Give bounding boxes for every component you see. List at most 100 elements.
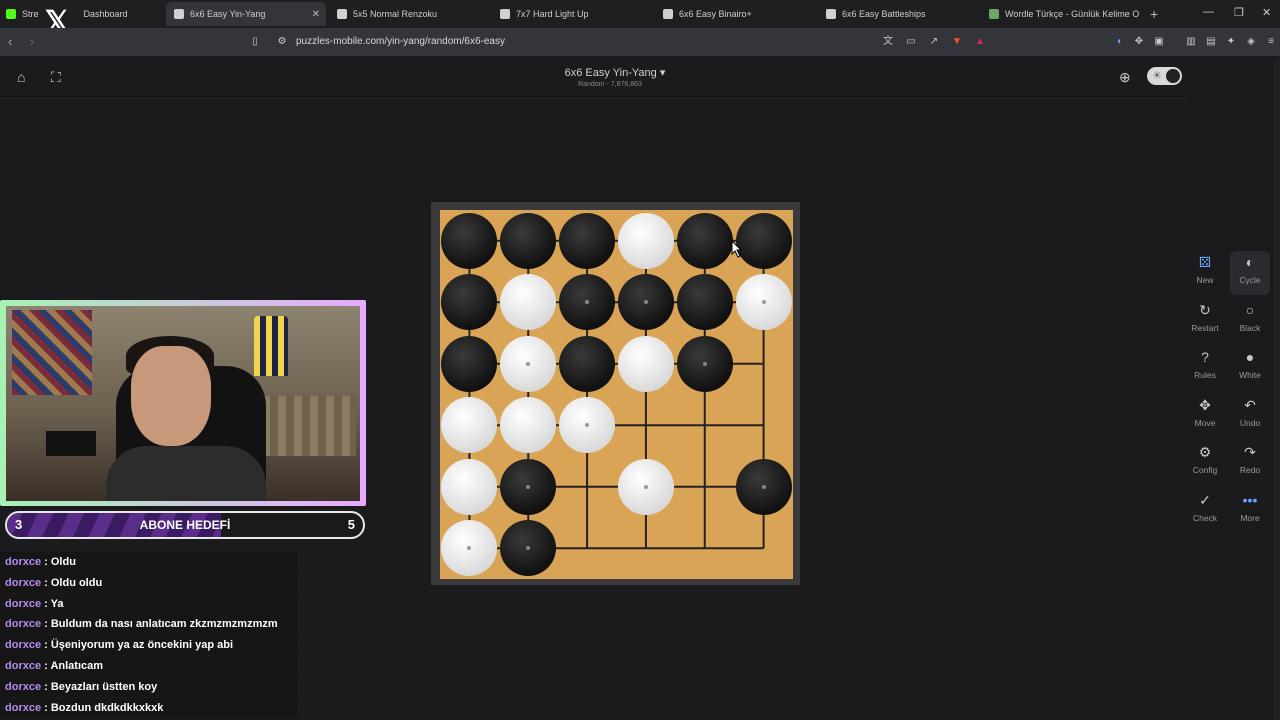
black-stone[interactable] bbox=[676, 335, 733, 392]
empty-cell[interactable] bbox=[675, 518, 734, 580]
restart-icon: ↻ bbox=[1199, 301, 1211, 318]
sidebar-button-label: Redo bbox=[1239, 465, 1261, 475]
extensions-icon[interactable]: ✥ bbox=[1133, 36, 1145, 48]
share-icon[interactable]: ↗ bbox=[928, 36, 940, 48]
tab-wordle[interactable]: Wordle Türkçe - Günlük Kelime Oyu bbox=[989, 2, 1139, 26]
tab-light-up[interactable]: 7x7 Hard Light Up bbox=[500, 2, 660, 26]
sidebar-button-label: Move bbox=[1194, 417, 1216, 428]
brave-rewards-icon[interactable]: ▲ bbox=[974, 36, 986, 48]
brave-shield-icon[interactable]: ▼ bbox=[951, 36, 963, 48]
white-stone[interactable] bbox=[441, 458, 498, 515]
black-stone[interactable] bbox=[559, 274, 616, 331]
chat-text: Üşeniyorum ya az öncekini yap abi bbox=[50, 639, 234, 652]
chat-separator: : bbox=[41, 639, 51, 652]
black-stone[interactable] bbox=[441, 335, 498, 392]
maximize-icon[interactable]: ❐ bbox=[1234, 6, 1244, 19]
chat-text: Oldu bbox=[50, 556, 76, 568]
theme-toggle[interactable]: ☀ bbox=[1147, 67, 1182, 85]
white-stone[interactable] bbox=[617, 212, 674, 269]
chat-username: dorxce bbox=[5, 556, 42, 568]
tab-close-icon[interactable]: ✕ bbox=[312, 9, 320, 20]
white-stone[interactable] bbox=[559, 397, 616, 454]
leo-icon[interactable]: ✦ bbox=[1225, 36, 1237, 48]
sidebar-button-label: Restart bbox=[1191, 322, 1219, 333]
empty-cell[interactable] bbox=[734, 518, 793, 580]
black-stone[interactable] bbox=[500, 458, 557, 515]
white-stone[interactable] bbox=[617, 335, 674, 392]
new-button[interactable]: ⚄ New bbox=[1185, 251, 1225, 295]
black-stone[interactable] bbox=[441, 212, 498, 269]
wallet-icon[interactable]: ▤ bbox=[1205, 36, 1217, 48]
new-tab-icon[interactable]: + bbox=[1150, 6, 1158, 22]
vpn-icon[interactable]: ◈ bbox=[1245, 36, 1257, 48]
browser-tab-bar: Stre Dashboard 6x6 Easy Yin-Yang ✕ 5x5 N… bbox=[0, 0, 1280, 28]
move-button[interactable]: ✥ Move bbox=[1185, 394, 1225, 438]
tab-label: Wordle Türkçe - Günlük Kelime Oyu bbox=[1005, 9, 1139, 19]
black-stone[interactable] bbox=[559, 335, 616, 392]
white-stone[interactable] bbox=[617, 458, 674, 515]
sidebar-button-label: Check bbox=[1192, 512, 1218, 523]
black-stone[interactable] bbox=[559, 212, 616, 269]
tab-kick-dashboard[interactable]: Stre Dashboard bbox=[6, 2, 166, 26]
black-stone[interactable] bbox=[617, 274, 674, 331]
mouse-cursor-icon bbox=[731, 240, 743, 258]
address-bar[interactable]: puzzles-mobile.com/yin-yang/random/6x6-e… bbox=[296, 36, 505, 47]
back-icon[interactable]: ‹ bbox=[8, 34, 12, 49]
minimize-icon[interactable]: — bbox=[1203, 6, 1214, 18]
white-stone[interactable] bbox=[500, 335, 557, 392]
config-button[interactable]: ⚙ Config bbox=[1185, 441, 1225, 485]
user-placed-dot bbox=[526, 484, 531, 489]
tab-battleships[interactable]: 6x6 Easy Battleships bbox=[826, 2, 986, 26]
restart-button[interactable]: ↻ Restart bbox=[1185, 299, 1225, 343]
white-stone[interactable] bbox=[735, 274, 792, 331]
black-stone[interactable] bbox=[676, 212, 733, 269]
empty-cell[interactable] bbox=[558, 456, 617, 518]
empty-cell[interactable] bbox=[675, 395, 734, 457]
translate-icon[interactable]: 文 bbox=[882, 36, 894, 48]
check-icon: ✓ bbox=[1199, 491, 1211, 508]
screenshot-icon[interactable]: ▣ bbox=[1153, 36, 1165, 48]
tab-label: 6x6 Easy Binairo+ bbox=[679, 9, 752, 19]
black-button[interactable]: ○ Black bbox=[1230, 299, 1270, 343]
site-info-icon[interactable]: ⚙ bbox=[276, 36, 288, 48]
rules-button[interactable]: ? Rules bbox=[1185, 346, 1225, 390]
tab-renzoku[interactable]: 5x5 Normal Renzoku bbox=[337, 2, 497, 26]
zoom-icon[interactable]: ⊕ bbox=[1119, 69, 1131, 86]
chat-text: Oldu oldu bbox=[50, 576, 103, 589]
puzzle-title[interactable]: 6x6 Easy Yin-Yang ▾ bbox=[0, 66, 1230, 79]
empty-cell[interactable] bbox=[734, 333, 793, 395]
tab-yin-yang[interactable]: 6x6 Easy Yin-Yang ✕ bbox=[166, 2, 326, 26]
empty-cell[interactable] bbox=[675, 456, 734, 518]
bookmark-icon[interactable]: ▯ bbox=[249, 36, 261, 48]
cycle-button[interactable]: ◐ Cycle bbox=[1230, 251, 1270, 295]
black-stone[interactable] bbox=[500, 212, 557, 269]
forward-icon[interactable]: › bbox=[30, 34, 34, 49]
cast-icon[interactable]: ▭ bbox=[905, 36, 917, 48]
chat-username: dorxce bbox=[5, 701, 42, 714]
redo-button[interactable]: ↷ Redo bbox=[1230, 441, 1270, 485]
scrollbar[interactable] bbox=[1274, 60, 1280, 720]
white-button[interactable]: ● White bbox=[1230, 346, 1270, 390]
move-icon: ✥ bbox=[1199, 396, 1211, 413]
menu-icon[interactable]: ≡ bbox=[1265, 36, 1277, 48]
empty-cell[interactable] bbox=[558, 518, 617, 580]
chat-message: dorxce : Ya bbox=[0, 593, 298, 614]
window-close-icon[interactable]: ✕ bbox=[1262, 6, 1271, 19]
browser-nav-bar: ‹ › ▯ ⚙ puzzles-mobile.com/yin-yang/rand… bbox=[0, 28, 1280, 56]
sidebar-button-label: Cycle bbox=[1239, 275, 1261, 285]
tab-binairo[interactable]: 6x6 Easy Binairo+ bbox=[663, 2, 823, 26]
more-button[interactable]: ••• More bbox=[1230, 489, 1270, 533]
black-stone[interactable] bbox=[735, 212, 792, 269]
sidebar-icon[interactable]: ▥ bbox=[1185, 36, 1197, 48]
sidebar-button-label: Black bbox=[1239, 322, 1261, 333]
empty-cell[interactable] bbox=[617, 395, 676, 457]
black-stone[interactable] bbox=[676, 274, 733, 331]
sidebar-button-label: White bbox=[1239, 370, 1261, 380]
empty-cell[interactable] bbox=[734, 395, 793, 457]
tab-label-extra: Dashboard bbox=[83, 9, 128, 19]
check-button[interactable]: ✓ Check bbox=[1185, 489, 1225, 533]
black-stone[interactable] bbox=[735, 458, 792, 515]
empty-cell[interactable] bbox=[617, 518, 676, 580]
undo-button[interactable]: ↶ Undo bbox=[1230, 394, 1270, 438]
audio-icon[interactable]: ◖ bbox=[1113, 36, 1125, 48]
